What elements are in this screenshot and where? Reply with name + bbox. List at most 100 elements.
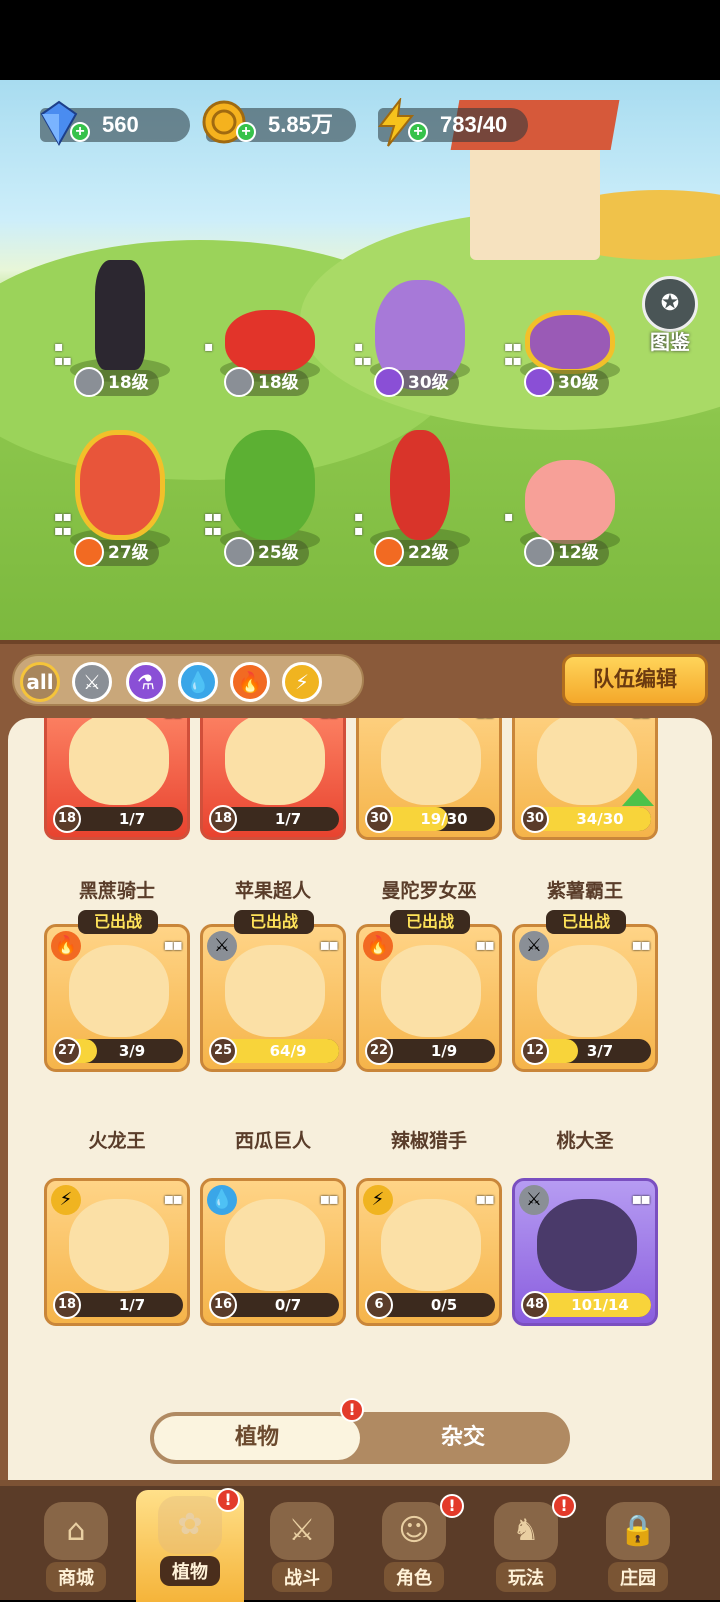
- card-progress-text: 3/7: [586, 1042, 614, 1060]
- team-hero[interactable]: ▪▪ ▪▪ 27级: [50, 420, 190, 590]
- hero-figure: [525, 310, 615, 374]
- potion-icon: ⚗: [137, 670, 155, 694]
- add-energy-button[interactable]: +: [408, 122, 428, 142]
- plant-card[interactable]: 💧 ▪▪ 16 0/7: [200, 1178, 346, 1326]
- size-icon: ▪▪: [163, 1189, 183, 1208]
- plant-card[interactable]: ⚡ ▪▪ 6 0/5: [356, 1178, 502, 1326]
- nav-shop[interactable]: ⌂ 商城: [22, 1496, 130, 1600]
- card-progress-text: 1/7: [274, 810, 302, 828]
- tab-hybrid[interactable]: 杂交: [360, 1416, 566, 1460]
- filter-sword[interactable]: ⚔: [72, 662, 112, 702]
- sword-icon: ⚔: [519, 931, 549, 961]
- diamond-counter[interactable]: + 560: [40, 100, 190, 147]
- element-filter-group: all ⚔ ⚗ 💧 🔥 ⚡: [12, 654, 364, 706]
- plant-portrait: [537, 1199, 637, 1291]
- team-hero[interactable]: ▪ 12级: [500, 420, 640, 590]
- plant-portrait: [381, 718, 481, 805]
- add-gold-button[interactable]: +: [236, 122, 256, 142]
- nav-label: 玩法: [496, 1562, 556, 1592]
- team-hero[interactable]: ▪ ▪▪ 30级: [350, 250, 490, 420]
- card-progress-bar: 48 101/14: [521, 1291, 651, 1319]
- codex-label: 图鉴: [650, 330, 690, 354]
- team-hero[interactable]: ▪ 18级: [200, 250, 340, 420]
- hero-figure: [225, 310, 315, 374]
- size-icon: ▪▪: [475, 935, 495, 954]
- nav-label: 植物: [160, 1556, 220, 1586]
- plant-card[interactable]: ▪▪ 18 1/7: [200, 718, 346, 840]
- hybrid-alert-icon: !: [340, 1398, 364, 1422]
- plant-portrait: [69, 945, 169, 1037]
- nav-battle[interactable]: ⚔ 战斗: [248, 1496, 356, 1600]
- plant-card[interactable]: ⚔ ▪▪ 25 64/9: [200, 924, 346, 1072]
- plant-card[interactable]: ▪▪ 30 19/30: [356, 718, 502, 840]
- gold-counter[interactable]: + 5.85万: [202, 100, 356, 144]
- team-hero[interactable]: ▪▪ ▪▪ 30级: [500, 250, 640, 420]
- battle-icon: ⚔: [270, 1502, 334, 1560]
- nav-label: 庄园: [608, 1562, 668, 1592]
- gameplay-icon: ♞: [494, 1502, 558, 1560]
- card-progress-text: 1/7: [118, 810, 146, 828]
- filter-all[interactable]: all: [20, 662, 60, 702]
- size-icon: ▪: [504, 509, 513, 525]
- card-progress-text: 0/5: [430, 1296, 458, 1314]
- deployed-tag: 已出战: [546, 910, 626, 934]
- sword-icon: ⚔: [83, 670, 101, 694]
- plant-name: 辣椒猎手: [390, 1130, 467, 1152]
- deployed-tag: 已出战: [78, 910, 158, 934]
- fire-icon: [74, 537, 104, 567]
- plant-card[interactable]: 🔥 ▪▪ 27 3/9: [44, 924, 190, 1072]
- plant-card[interactable]: 🔥 ▪▪ 22 1/9: [356, 924, 502, 1072]
- plant-card[interactable]: ⚡ ▪▪ 18 1/7: [44, 1178, 190, 1326]
- nav-gameplay[interactable]: ♞ 玩法!: [472, 1494, 580, 1600]
- card-level: 22: [365, 1037, 393, 1065]
- nav-plants[interactable]: ✿ 植物!: [136, 1488, 244, 1602]
- card-level: 6: [365, 1291, 393, 1319]
- hero-figure: [525, 460, 615, 544]
- codex-button[interactable]: ✪ 图鉴: [640, 276, 700, 354]
- filter-potion[interactable]: ⚗: [126, 662, 166, 702]
- potion-icon: [524, 367, 554, 397]
- plant-name: 桃大圣: [556, 1130, 614, 1152]
- nav-label: 角色: [384, 1562, 444, 1592]
- card-level: 30: [365, 805, 393, 833]
- card-progress-text: 1/7: [118, 1296, 146, 1314]
- size-icon: ▪▪: [475, 718, 495, 722]
- hero-level: 18级: [108, 373, 149, 393]
- hero-figure: [75, 430, 165, 540]
- hero-level-badge: 18级: [224, 367, 309, 397]
- potion-icon: [374, 367, 404, 397]
- upgrade-arrow-icon: [622, 788, 654, 806]
- plant-portrait: [225, 718, 325, 805]
- plant-portrait: [537, 945, 637, 1037]
- card-progress-bar: 30 34/30: [521, 805, 651, 833]
- team-hero[interactable]: ▪ ▪ 22级: [350, 420, 490, 590]
- plant-card[interactable]: ▪▪ 30 34/30: [512, 718, 658, 840]
- team-hero[interactable]: ▪▪ ▪▪ 25级: [200, 420, 340, 590]
- size-icon: ▪▪ ▪▪: [204, 509, 222, 539]
- card-progress-bar: 25 64/9: [209, 1037, 339, 1065]
- sword-icon: ⚔: [207, 931, 237, 961]
- nav-label: 战斗: [272, 1562, 332, 1592]
- tab-plants[interactable]: 植物: [154, 1416, 360, 1460]
- fire-icon: 🔥: [51, 931, 81, 961]
- energy-counter[interactable]: + 783/40: [377, 96, 528, 147]
- filter-water[interactable]: 💧: [178, 662, 218, 702]
- plant-card[interactable]: ▪▪ 18 1/7: [44, 718, 190, 840]
- filter-fire[interactable]: 🔥: [230, 662, 270, 702]
- hero-level-badge: 22级: [374, 537, 459, 567]
- hero-level: 30级: [558, 373, 599, 393]
- filter-lightning[interactable]: ⚡: [282, 662, 322, 702]
- plant-card[interactable]: ⚔ ▪▪ 12 3/7: [512, 924, 658, 1072]
- deployed-tag: 已出战: [390, 910, 470, 934]
- card-level: 27: [53, 1037, 81, 1065]
- plant-name: 西瓜巨人: [234, 1130, 311, 1152]
- team-edit-button[interactable]: 队伍编辑: [562, 654, 708, 706]
- card-progress-bar: 22 1/9: [365, 1037, 495, 1065]
- size-icon: ▪▪: [475, 1189, 495, 1208]
- add-diamond-button[interactable]: +: [70, 122, 90, 142]
- nav-lock[interactable]: 🔒 庄园: [584, 1496, 692, 1600]
- nav-character[interactable]: ☺ 角色!: [360, 1494, 468, 1600]
- team-hero[interactable]: ▪ ▪▪ 18级: [50, 250, 190, 420]
- size-icon: ▪▪ ▪▪: [504, 339, 522, 369]
- plant-card[interactable]: ⚔ ▪▪ 48 101/14: [512, 1178, 658, 1326]
